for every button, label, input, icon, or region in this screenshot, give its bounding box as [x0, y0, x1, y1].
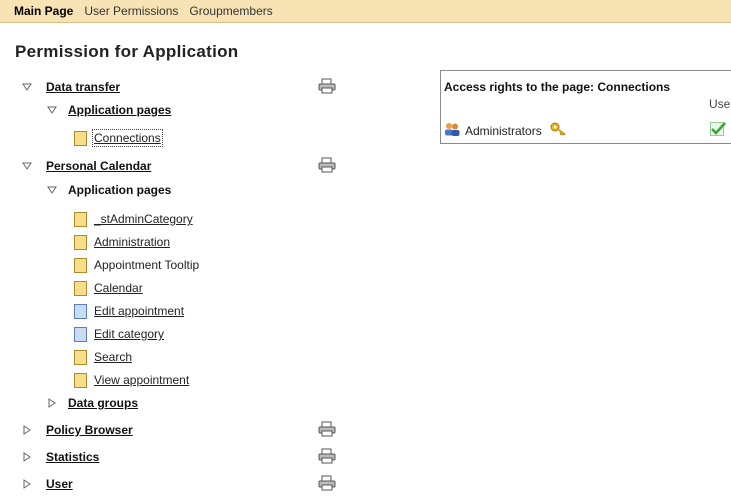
page-blue-icon [74, 326, 87, 342]
expanded-triangle-icon[interactable] [22, 161, 32, 171]
tab-user-permissions[interactable]: User Permissions [84, 4, 178, 18]
page-yellow-icon [74, 130, 87, 146]
tree-node-data-groups[interactable]: Data groups [47, 393, 138, 413]
printer-icon[interactable] [318, 448, 336, 464]
printer-icon[interactable] [318, 157, 336, 173]
page-link[interactable]: Calendar [94, 281, 143, 295]
page-yellow-icon [74, 234, 87, 250]
expanded-triangle-icon[interactable] [47, 105, 57, 115]
page-item-edit-category[interactable]: Edit category [74, 324, 164, 344]
tree-node-label[interactable]: Policy Browser [46, 423, 133, 437]
check-icon[interactable] [710, 122, 726, 139]
page-item-calendar[interactable]: Calendar [74, 278, 143, 298]
page-title: Permission for Application [15, 42, 239, 61]
tab-main-page[interactable]: Main Page [14, 4, 73, 18]
tree-node-label[interactable]: Data transfer [46, 80, 120, 94]
group-name: Administrators [465, 123, 542, 138]
tree-node-application-pages[interactable]: Application pages [47, 100, 171, 120]
page-link[interactable]: Search [94, 350, 132, 364]
page-item-connections[interactable]: Connections [74, 128, 163, 148]
page-link[interactable]: Edit appointment [94, 304, 184, 318]
page-link[interactable]: Administration [94, 235, 170, 249]
top-tab-bar: Main Page User Permissions Groupmembers [0, 0, 731, 23]
tree-node-label[interactable]: User [46, 477, 73, 491]
expanded-triangle-icon[interactable] [47, 185, 57, 195]
page-link[interactable]: _stAdminCategory [94, 212, 193, 226]
expanded-triangle-icon[interactable] [22, 82, 32, 92]
printer-icon[interactable] [318, 78, 336, 94]
column-header-use: Use [709, 97, 731, 111]
user-group-icon [444, 122, 460, 139]
page-item-search[interactable]: Search [74, 347, 132, 367]
page-link[interactable]: Appointment Tooltip [94, 258, 199, 272]
page-item-edit-appointment[interactable]: Edit appointment [74, 301, 184, 321]
page-link[interactable]: Connections [92, 129, 163, 147]
collapsed-triangle-icon[interactable] [22, 425, 32, 435]
page-link[interactable]: Edit category [94, 327, 164, 341]
page-item-administration[interactable]: Administration [74, 232, 170, 252]
collapsed-triangle-icon[interactable] [22, 479, 32, 489]
data-groups-label[interactable]: Data groups [68, 396, 138, 410]
tree-node-application-pages[interactable]: Application pages [47, 180, 171, 200]
page-blue-icon [74, 303, 87, 319]
printer-icon[interactable] [318, 421, 336, 437]
application-pages-label[interactable]: Application pages [68, 183, 171, 197]
tab-groupmembers[interactable]: Groupmembers [189, 4, 272, 18]
key-icon[interactable] [550, 122, 568, 139]
access-row-administrators: Administrators [444, 122, 568, 139]
page-yellow-icon [74, 349, 87, 365]
page-yellow-icon [74, 280, 87, 296]
collapsed-triangle-icon[interactable] [22, 452, 32, 462]
page-item-stadmincategory[interactable]: _stAdminCategory [74, 209, 193, 229]
page-item-appointment-tooltip[interactable]: Appointment Tooltip [74, 255, 199, 275]
tree-node-user[interactable]: User [22, 474, 73, 494]
tree-node-policy-browser[interactable]: Policy Browser [22, 420, 133, 440]
printer-icon[interactable] [318, 475, 336, 491]
collapsed-triangle-icon[interactable] [47, 398, 57, 408]
panel-title: Access rights to the page: Connections [444, 80, 671, 94]
page-yellow-icon [74, 211, 87, 227]
tree-node-label[interactable]: Personal Calendar [46, 159, 151, 173]
page-yellow-icon [74, 372, 87, 388]
application-pages-label[interactable]: Application pages [68, 103, 171, 117]
page-yellow-icon [74, 257, 87, 273]
tree-node-label[interactable]: Statistics [46, 450, 99, 464]
tree-node-personal-calendar[interactable]: Personal Calendar [22, 156, 151, 176]
access-rights-panel: Access rights to the page: Connections U… [440, 70, 731, 144]
page-item-view-appointment[interactable]: View appointment [74, 370, 189, 390]
tree-node-statistics[interactable]: Statistics [22, 447, 99, 467]
tree-node-data-transfer[interactable]: Data transfer [22, 77, 120, 97]
page-link[interactable]: View appointment [94, 373, 189, 387]
